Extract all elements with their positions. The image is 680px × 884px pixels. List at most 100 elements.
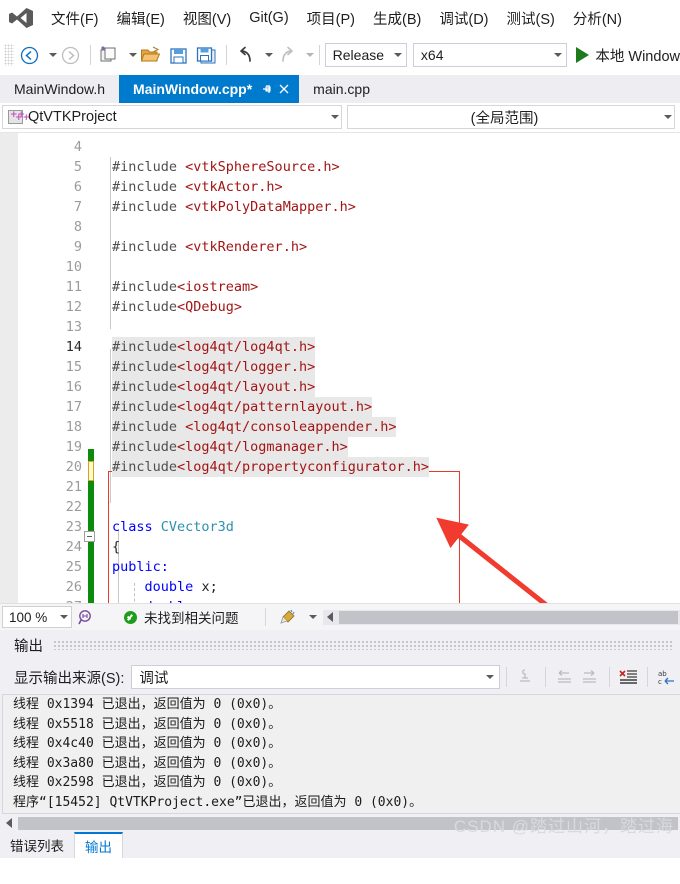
tab-label: MainWindow.h bbox=[14, 81, 106, 97]
editor-navigation-bar: ++ ++ QtVTKProject (全局范围) bbox=[0, 103, 680, 132]
save-all-icon[interactable] bbox=[193, 42, 221, 68]
bottom-tab-label: 输出 bbox=[85, 840, 112, 855]
menu-item-build[interactable]: 生成(B) bbox=[364, 5, 430, 32]
navigate-next-icon[interactable] bbox=[577, 665, 603, 689]
toolbar-separator bbox=[89, 45, 91, 65]
scroll-left-arrow-icon[interactable] bbox=[323, 612, 339, 622]
cleanup-icon[interactable] bbox=[273, 609, 303, 626]
line-number: 6 bbox=[73, 179, 82, 195]
project-name: QtVTKProject bbox=[28, 109, 117, 125]
back-arrow-icon[interactable] bbox=[16, 42, 44, 68]
menu-item-debug[interactable]: 调试(D) bbox=[430, 5, 497, 32]
code-text: #include<QDebug> bbox=[112, 299, 243, 315]
tab-mainwindow-cpp[interactable]: MainWindow.cpp* bbox=[119, 75, 300, 103]
navigate-prev-icon[interactable] bbox=[552, 665, 578, 689]
code-analysis-icon[interactable] bbox=[72, 609, 98, 626]
chevron-down-icon bbox=[323, 115, 341, 119]
svg-text:c: c bbox=[658, 678, 662, 686]
ok-check-icon bbox=[124, 610, 137, 624]
code-line: 12 #include<QDebug> bbox=[0, 297, 680, 317]
play-triangle-icon bbox=[576, 47, 590, 63]
close-icon[interactable] bbox=[278, 83, 290, 95]
member-scope-dropdown[interactable]: (全局范围) bbox=[347, 105, 675, 129]
solution-platform-combo[interactable]: x64 bbox=[412, 43, 568, 67]
code-text: #include <vtkPolyDataMapper.h> bbox=[112, 199, 356, 215]
code-line: 26 double x; bbox=[0, 577, 680, 597]
code-line: 7 #include <vtkPolyDataMapper.h> bbox=[0, 197, 680, 217]
output-text-area[interactable]: 线程 0x1394 已退出，返回值为 0 (0x0)。 线程 0x5518 已退出… bbox=[2, 694, 680, 814]
menu-item-edit[interactable]: 编辑(E) bbox=[108, 5, 174, 32]
scroll-left-arrow-icon[interactable] bbox=[2, 818, 18, 828]
forward-arrow-icon[interactable] bbox=[57, 42, 85, 68]
code-line: 19 #include<log4qt/logmanager.h> bbox=[0, 437, 680, 457]
menu-item-test[interactable]: 测试(S) bbox=[498, 5, 564, 32]
menu-item-analyze[interactable]: 分析(N) bbox=[564, 5, 631, 32]
editor-horizontal-scrollbar[interactable] bbox=[322, 609, 680, 625]
toolbar-separator bbox=[608, 667, 610, 687]
new-project-icon[interactable] bbox=[96, 42, 124, 68]
menu-item-project[interactable]: 项目(P) bbox=[298, 5, 364, 32]
redo-dropdown-icon[interactable] bbox=[301, 53, 315, 57]
line-number: 5 bbox=[73, 159, 82, 175]
start-debugging-label: 本地 Window bbox=[595, 48, 680, 65]
editor-status-bar: 100 % 未找到相关问题 bbox=[0, 603, 680, 630]
code-text-area[interactable]: 4 5 #include <vtkSphereSource.h> 6 #include … bbox=[0, 133, 680, 603]
code-line: 8 bbox=[0, 217, 680, 237]
output-line: 线程 0x2598 已退出，返回值为 0 (0x0)。 bbox=[13, 775, 282, 790]
toolbar-separator bbox=[225, 45, 227, 65]
toolbar-grip[interactable] bbox=[4, 44, 14, 66]
scrollbar-thumb[interactable] bbox=[338, 610, 678, 624]
drag-handle-dots[interactable] bbox=[53, 640, 674, 650]
code-text: #include<log4qt/logmanager.h> bbox=[112, 437, 348, 457]
code-line: 13 bbox=[0, 317, 680, 337]
start-debugging-button[interactable]: 本地 Window bbox=[576, 45, 680, 66]
menu-item-file[interactable]: 文件(F) bbox=[42, 5, 108, 32]
redo-icon[interactable] bbox=[273, 42, 301, 68]
output-line: 线程 0x3a80 已退出，返回值为 0 (0x0)。 bbox=[13, 755, 282, 771]
open-folder-icon[interactable] bbox=[137, 42, 165, 68]
tab-main-cpp[interactable]: main.cpp bbox=[299, 75, 384, 103]
undo-dropdown-icon[interactable] bbox=[260, 53, 274, 57]
bottom-tab-error-list[interactable]: 错误列表 bbox=[0, 832, 74, 858]
code-line: 18 #include <log4qt/consoleappender.h> bbox=[0, 417, 680, 437]
solution-platform-value: x64 bbox=[420, 47, 444, 63]
menu-bar: 文件(F) 编辑(E) 视图(V) Git(G) 项目(P) 生成(B) 调试(… bbox=[0, 0, 680, 36]
solution-configuration-combo[interactable]: Release bbox=[324, 43, 407, 67]
output-line: 线程 0x1394 已退出，返回值为 0 (0x0)。 bbox=[13, 697, 282, 712]
line-number: 26 bbox=[65, 579, 82, 595]
line-number: 9 bbox=[73, 239, 82, 255]
code-line: 23 class CVector3d bbox=[0, 517, 680, 537]
menu-item-git[interactable]: Git(G) bbox=[240, 7, 297, 29]
code-editor[interactable]: 4 5 #include <vtkSphereSource.h> 6 #include … bbox=[0, 132, 680, 603]
word-wrap-icon[interactable]: ab c bbox=[654, 665, 680, 689]
code-text: double x; bbox=[144, 579, 218, 595]
bottom-tab-output[interactable]: 输出 bbox=[74, 832, 123, 858]
chevron-down-icon bbox=[486, 675, 494, 679]
line-number: 7 bbox=[73, 199, 82, 215]
clear-all-icon[interactable] bbox=[616, 665, 642, 689]
zoom-level-combo[interactable]: 100 % bbox=[2, 606, 72, 628]
pin-icon[interactable] bbox=[261, 83, 273, 95]
code-line: 27 double bbox=[0, 597, 680, 603]
code-text: #include <vtkRenderer.h> bbox=[112, 239, 308, 255]
save-icon[interactable] bbox=[165, 42, 193, 68]
new-project-dropdown-icon[interactable] bbox=[124, 53, 138, 57]
output-line: 程序“[15452] QtVTKProject.exe”已退出，返回值为 0 (… bbox=[13, 794, 423, 810]
code-line: 15 #include<log4qt/logger.h> bbox=[0, 357, 680, 377]
code-line: 9 #include <vtkRenderer.h> bbox=[0, 237, 680, 257]
menu-item-view[interactable]: 视图(V) bbox=[174, 5, 240, 32]
back-dropdown-icon[interactable] bbox=[44, 53, 58, 57]
standard-toolbar: Release x64 本地 Window bbox=[0, 36, 680, 75]
code-text: #include<log4qt/patternlayout.h> bbox=[112, 397, 373, 417]
project-scope-dropdown[interactable]: ++ ++ QtVTKProject bbox=[2, 105, 342, 129]
find-message-icon[interactable] bbox=[513, 665, 539, 689]
code-text: class CVector3d bbox=[112, 519, 234, 535]
cleanup-dropdown-icon[interactable] bbox=[303, 615, 317, 619]
tab-mainwindow-h[interactable]: MainWindow.h bbox=[0, 75, 120, 103]
toolbar-separator bbox=[647, 667, 649, 687]
line-number: 16 bbox=[65, 379, 82, 395]
tab-label: MainWindow.cpp* bbox=[133, 81, 253, 97]
output-pane-header: 输出 bbox=[0, 630, 680, 660]
undo-icon[interactable] bbox=[232, 42, 260, 68]
output-source-combo[interactable]: 调试 bbox=[131, 665, 500, 689]
